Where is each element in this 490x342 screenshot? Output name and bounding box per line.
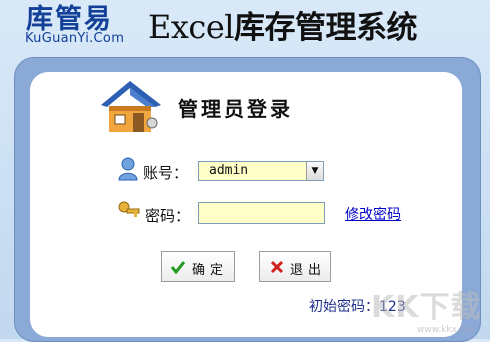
app-title-en: Excel <box>148 8 235 46</box>
ok-button[interactable]: 确定 <box>161 251 235 282</box>
password-input[interactable] <box>198 202 325 224</box>
ok-button-label: 确定 <box>192 263 229 278</box>
login-title: 管理员登录 <box>178 97 293 121</box>
change-password-link[interactable]: 修改密码 <box>345 204 401 224</box>
check-icon <box>171 261 185 274</box>
dropdown-arrow-icon[interactable]: ▼ <box>306 162 323 180</box>
exit-button-label: 退出 <box>290 263 327 278</box>
brand-logo-en: KuGuanYi.Com <box>25 31 125 46</box>
x-icon <box>270 260 284 274</box>
house-icon <box>101 81 161 132</box>
username-label: 账号： <box>143 164 189 182</box>
watermark-url: www.kkx.net <box>417 325 475 335</box>
user-icon <box>118 157 138 181</box>
password-label: 密码： <box>145 207 191 225</box>
app-title: Excel库存管理系统 <box>148 2 418 47</box>
username-select[interactable]: admin ▼ <box>198 161 324 181</box>
exit-button[interactable]: 退出 <box>259 251 331 282</box>
watermark-logo: KK下载 <box>371 290 482 325</box>
key-icon <box>118 201 140 217</box>
username-value: admin <box>209 163 249 178</box>
app-title-cn: 库存管理系统 <box>234 10 418 46</box>
